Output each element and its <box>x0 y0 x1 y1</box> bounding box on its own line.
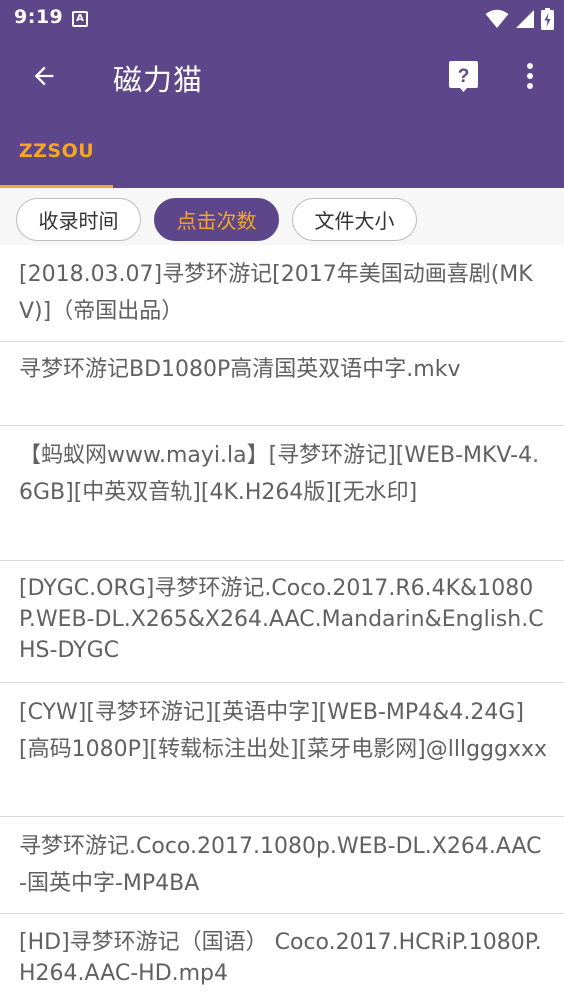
wifi-icon <box>485 9 509 28</box>
sort-chip-bar: 收录时间 点击次数 文件大小 <box>0 188 564 245</box>
result-title: [2018.03.07]寻梦环游记[2017年美国动画喜剧(MKV)]（帝国出品… <box>19 262 533 324</box>
app-header: 9:19 A 磁力猫 ? ZZSOU <box>0 0 564 188</box>
more-vertical-icon <box>527 63 533 89</box>
tab-zzsou[interactable]: ZZSOU <box>0 114 113 188</box>
result-title: 【蚂蚁网www.mayi.la】[寻梦环游记][WEB-MKV-4.6GB][中… <box>19 443 540 505</box>
back-button[interactable] <box>22 54 66 98</box>
status-time: 9:19 <box>14 6 64 28</box>
sort-chip-collected-time[interactable]: 收录时间 <box>16 198 141 241</box>
notification-a-icon: A <box>72 11 88 27</box>
result-item[interactable]: 寻梦环游记.Coco.2017.1080p.WEB-DL.X264.AAC-国英… <box>0 817 564 914</box>
svg-text:?: ? <box>457 66 469 87</box>
result-item[interactable]: [HD]寻梦环游记（国语） Coco.2017.HCRiP.1080P.H264… <box>0 914 564 1004</box>
sort-chip-click-count[interactable]: 点击次数 <box>154 198 279 241</box>
result-item[interactable]: [2018.03.07]寻梦环游记[2017年美国动画喜剧(MKV)]（帝国出品… <box>0 245 564 342</box>
result-title: [CYW][寻梦环游记][英语中字][WEB-MP4&4.24G][高码1080… <box>19 700 548 762</box>
page-title: 磁力猫 <box>113 63 204 97</box>
battery-icon <box>541 8 554 30</box>
result-item[interactable]: [DYGC.ORG]寻梦环游记.Coco.2017.R6.4K&1080P.WE… <box>0 561 564 683</box>
result-item[interactable]: [CYW][寻梦环游记][英语中字][WEB-MP4&4.24G][高码1080… <box>0 683 564 817</box>
cell-signal-icon <box>516 10 534 28</box>
result-title: 寻梦环游记.Coco.2017.1080p.WEB-DL.X264.AAC-国英… <box>19 834 542 896</box>
result-item[interactable]: 寻梦环游记BD1080P高清国英双语中字.mkv <box>0 342 564 426</box>
result-item[interactable]: 【蚂蚁网www.mayi.la】[寻梦环游记][WEB-MKV-4.6GB][中… <box>0 426 564 561</box>
tab-label: ZZSOU <box>18 140 95 162</box>
sort-chip-file-size[interactable]: 文件大小 <box>292 198 417 241</box>
more-options-button[interactable] <box>508 54 552 98</box>
result-title: [HD]寻梦环游记（国语） Coco.2017.HCRiP.1080P.H264… <box>19 930 542 986</box>
status-bar: 9:19 A <box>0 0 564 38</box>
result-title: [DYGC.ORG]寻梦环游记.Coco.2017.R6.4K&1080P.WE… <box>19 576 544 663</box>
arrow-left-icon <box>34 66 54 86</box>
result-title: 寻梦环游记BD1080P高清国英双语中字.mkv <box>19 357 461 382</box>
toolbar: 磁力猫 ? <box>0 38 564 114</box>
help-icon: ? <box>448 60 478 92</box>
help-button[interactable]: ? <box>441 54 485 98</box>
status-icons <box>485 8 554 30</box>
